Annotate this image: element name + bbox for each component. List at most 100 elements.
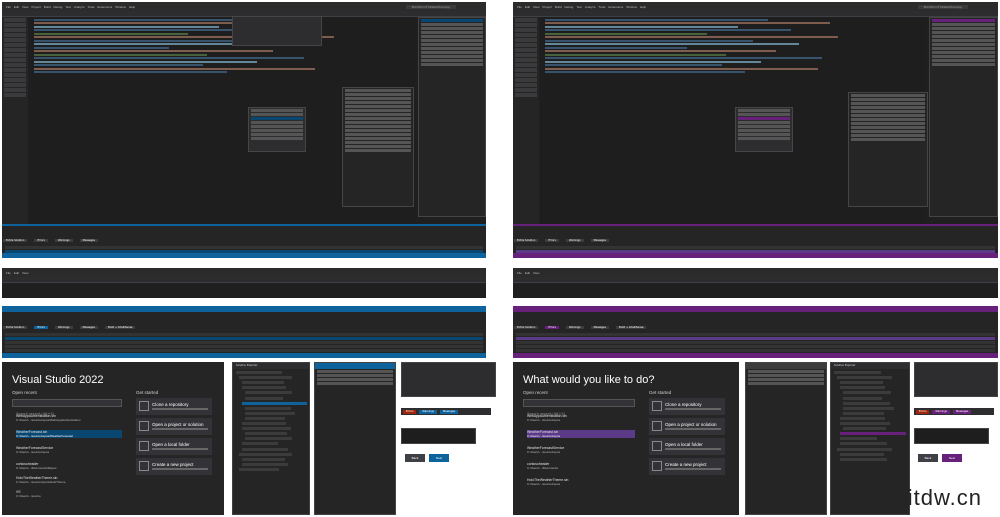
solution-explorer-panel — [929, 17, 998, 217]
filter-errors[interactable]: Errors — [403, 409, 417, 414]
menu-project[interactable]: Project — [31, 5, 40, 9]
context-menu[interactable] — [848, 92, 928, 207]
menu-debug[interactable]: Debug — [53, 5, 62, 9]
recent-item[interactable]: WebAppAuthentication.sln C:\Users\...\sou… — [527, 414, 635, 422]
clone-repository-button[interactable]: Clone a repository — [136, 398, 212, 415]
back-button[interactable]: Back — [405, 454, 425, 462]
file-dropdown[interactable] — [232, 16, 322, 46]
tooltip-panel — [401, 428, 476, 444]
menu-test[interactable]: Test — [65, 5, 71, 9]
menu-view[interactable]: View — [22, 5, 28, 9]
open-project-button[interactable]: Open a project or solution — [136, 418, 212, 435]
filter-messages[interactable]: Messages — [440, 409, 459, 414]
solution-explorer: Solution Explorer — [232, 362, 310, 515]
window-title: MarathonTheWeatherApp — [405, 4, 456, 9]
menu-tools[interactable]: Tools — [599, 5, 606, 9]
filter-messages[interactable]: Messages — [953, 409, 972, 414]
menu-project[interactable]: Project — [542, 5, 551, 9]
error-list-tab-scope[interactable]: Entire Solution — [3, 326, 28, 329]
error-list-tab-warnings[interactable]: Warnings — [54, 326, 73, 329]
menu-window[interactable]: Window — [115, 5, 126, 9]
menu-edit[interactable]: Edit — [525, 5, 530, 9]
menu-build[interactable]: Build — [555, 5, 562, 9]
error-list-tab-scope[interactable]: Entire Solution — [3, 239, 28, 242]
git-changes-panel — [745, 362, 827, 515]
context-menu[interactable] — [342, 87, 414, 207]
intellisense-popup[interactable] — [248, 107, 306, 152]
menu-file[interactable]: File — [517, 5, 522, 9]
recent-search-input[interactable]: Search recent (Alt+S) — [12, 399, 122, 416]
error-list-tab-warnings[interactable]: Warnings — [54, 239, 73, 242]
next-button[interactable]: Next — [429, 454, 449, 462]
error-list-tab-messages[interactable]: Messages — [79, 326, 98, 329]
git-changes-panel — [314, 362, 396, 515]
menu-edit[interactable]: Edit — [14, 271, 19, 275]
dropdown-menu[interactable] — [401, 362, 496, 397]
filter-warnings[interactable]: Warnings — [932, 409, 950, 414]
error-list-tab-build[interactable]: Build + IntelliSense — [615, 326, 647, 329]
create-project-button[interactable]: Create a new project — [136, 458, 212, 475]
menu-help[interactable]: Help — [129, 5, 135, 9]
filter-warnings[interactable]: Warnings — [419, 409, 437, 414]
menu-view[interactable]: View — [533, 271, 539, 275]
solution-explorer: Solution Explorer — [830, 362, 910, 515]
ide-strip-left: File Edit View — [2, 268, 486, 298]
filter-errors[interactable]: Errors — [916, 409, 930, 414]
open-folder-button[interactable]: Open a local folder — [136, 438, 212, 455]
menu-analyze[interactable]: Analyze — [585, 5, 596, 9]
menu-debug[interactable]: Debug — [564, 5, 573, 9]
watermark: itdw.cn — [907, 485, 982, 510]
menu-tools[interactable]: Tools — [88, 5, 95, 9]
error-list-tab-scope[interactable]: Entire Solution — [514, 239, 539, 242]
menu-edit[interactable]: Edit — [14, 5, 19, 9]
recent-item[interactable]: WebAppAuthentication.sln C:\Users\...\sou… — [16, 414, 122, 422]
get-started-heading: Get started — [136, 390, 159, 395]
open-folder-button[interactable]: Open a local folder — [649, 438, 725, 455]
clone-repository-button[interactable]: Clone a repository — [649, 398, 725, 415]
menu-help[interactable]: Help — [640, 5, 646, 9]
recent-item[interactable]: HoloTheWeatherTheme.sln C:\Users\...\sour… — [16, 476, 122, 484]
next-button[interactable]: Next — [942, 454, 962, 462]
error-list-tab-messages[interactable]: Messages — [590, 326, 609, 329]
error-list-tab-warnings[interactable]: Warnings — [565, 326, 584, 329]
error-list-right: Entire Solution Errors Warnings Messages… — [513, 306, 998, 358]
error-list-tab-errors[interactable]: Errors — [34, 239, 48, 242]
back-button[interactable]: Back — [918, 454, 938, 462]
error-list-tab-messages[interactable]: Messages — [79, 239, 98, 242]
left-tool-panel — [513, 17, 539, 258]
menu-analyze[interactable]: Analyze — [74, 5, 85, 9]
error-list-tab-scope[interactable]: Entire Solution — [514, 326, 539, 329]
status-bar — [2, 253, 486, 258]
menu-file[interactable]: File — [6, 271, 11, 275]
recent-item[interactable]: VS C:\Users\...\source — [16, 490, 122, 498]
error-list-tab-build[interactable]: Build + IntelliSense — [104, 326, 136, 329]
recent-item[interactable]: contosoheader C:\Users\...\Documents — [527, 462, 635, 470]
error-list-tab-errors[interactable]: Errors — [545, 239, 559, 242]
menu-edit[interactable]: Edit — [525, 271, 530, 275]
intellisense-popup[interactable] — [735, 107, 793, 152]
recent-item[interactable]: HoloTheWeatherTheme.sln C:\Users\...\sour… — [527, 478, 635, 486]
recent-item[interactable]: contosoheader C:\Users\...\Documents\Repo… — [16, 462, 122, 470]
menu-file[interactable]: File — [6, 5, 11, 9]
menu-build[interactable]: Build — [44, 5, 51, 9]
menu-test[interactable]: Test — [576, 5, 582, 9]
menu-window[interactable]: Window — [626, 5, 637, 9]
menu-file[interactable]: File — [517, 271, 522, 275]
error-list-tab-errors[interactable]: Errors — [545, 326, 559, 329]
error-list-tab-warnings[interactable]: Warnings — [565, 239, 584, 242]
dropdown-menu[interactable] — [914, 362, 998, 397]
recent-search-input[interactable]: Search recent (Alt+S) — [523, 399, 635, 416]
open-project-button[interactable]: Open a project or solution — [649, 418, 725, 435]
recent-item[interactable]: WeatherForecast.sln C:\Users\...\source\r… — [527, 430, 635, 438]
menu-extensions[interactable]: Extensions — [609, 5, 624, 9]
recent-item[interactable]: WeatherForecast.sln C:\Users\...\source\r… — [16, 430, 122, 438]
status-bar — [513, 253, 998, 258]
recent-item[interactable]: WeatherForecastService C:\Users\...\sourc… — [527, 446, 635, 454]
recent-item[interactable]: WeatherForecastService C:\Users\...\sourc… — [16, 446, 122, 454]
menu-view[interactable]: View — [533, 5, 539, 9]
error-list-tab-errors[interactable]: Errors — [34, 326, 48, 329]
menu-extensions[interactable]: Extensions — [98, 5, 113, 9]
error-list-tab-messages[interactable]: Messages — [590, 239, 609, 242]
create-project-button[interactable]: Create a new project — [649, 458, 725, 475]
menu-view[interactable]: View — [22, 271, 28, 275]
